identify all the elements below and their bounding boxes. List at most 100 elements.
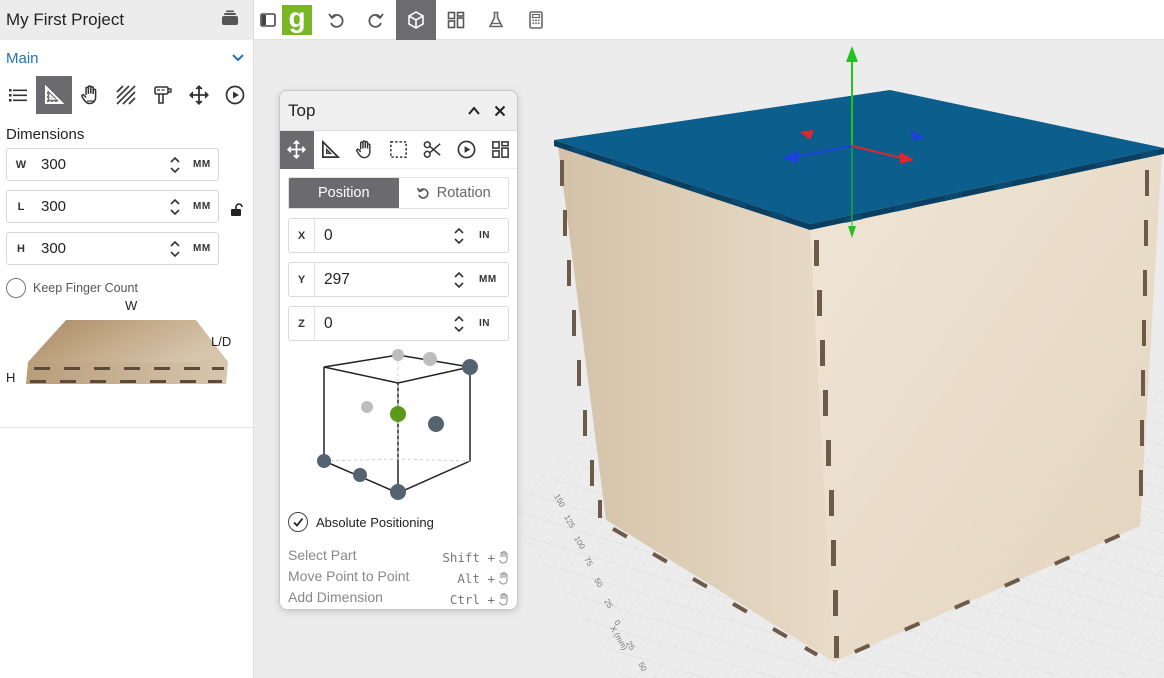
height-stepper[interactable] [167, 235, 183, 263]
absolute-positioning-label: Absolute Positioning [316, 514, 434, 530]
move-icon[interactable] [181, 76, 217, 114]
tab-position[interactable]: Position [289, 178, 399, 208]
anchor-point[interactable] [462, 359, 478, 375]
hint-row: Move Point to Point Alt + [288, 568, 509, 589]
unlock-icon[interactable] [229, 203, 243, 217]
x-stepper[interactable] [451, 222, 467, 250]
z-coordinate-field[interactable]: Z 0 IN [288, 306, 509, 341]
position-rotation-tabs: Position Rotation [288, 177, 509, 209]
calculator-icon[interactable] [516, 0, 556, 40]
y-letter: Y [289, 263, 315, 296]
x-value[interactable]: 0 [315, 227, 451, 245]
z-unit[interactable]: IN [479, 318, 490, 329]
top-toolbar: g [254, 0, 1164, 40]
project-header: My First Project [0, 0, 253, 40]
panel-title: Top [288, 100, 316, 120]
preview-height-label: H [6, 370, 16, 385]
3d-view-icon[interactable] [396, 0, 436, 40]
flask-icon[interactable] [476, 0, 516, 40]
hand-icon[interactable] [348, 131, 382, 169]
move-icon[interactable] [280, 130, 314, 169]
mouse-click-icon [499, 572, 508, 585]
dimension-row-length: L 300 MM [0, 190, 253, 232]
width-unit[interactable]: MM [193, 159, 211, 170]
anchor-point[interactable] [390, 484, 406, 500]
scissors-icon[interactable] [415, 131, 449, 169]
y-stepper[interactable] [451, 266, 467, 294]
length-field[interactable]: L 300 MM [6, 190, 219, 223]
play-icon[interactable] [449, 131, 483, 169]
y-coordinate-field[interactable]: Y 297 MM [288, 262, 509, 297]
anchor-point[interactable] [353, 468, 367, 482]
ruler-triangle-icon[interactable] [314, 131, 348, 169]
height-unit[interactable]: MM [193, 243, 211, 254]
chevron-up-icon[interactable] [467, 104, 481, 118]
z-value[interactable]: 0 [315, 315, 451, 333]
anchor-point-selected[interactable] [390, 406, 406, 422]
hand-icon[interactable] [72, 76, 108, 114]
hint-key: Alt + [457, 571, 495, 586]
absolute-positioning-row[interactable]: Absolute Positioning [280, 509, 517, 535]
keep-finger-count-row[interactable]: Keep Finger Count [0, 274, 253, 300]
z-letter: Z [289, 307, 315, 340]
rotate-icon [416, 187, 429, 199]
box-preview-image [26, 320, 228, 384]
tab-rotation-label: Rotation [436, 185, 491, 201]
preview-width-label: W [125, 298, 138, 313]
drill-icon[interactable] [145, 76, 181, 114]
project-title[interactable]: My First Project [6, 10, 124, 30]
hint-key: Shift + [442, 550, 495, 565]
hint-key: Ctrl + [449, 592, 495, 607]
layout-icon[interactable] [436, 0, 476, 40]
box-preview: W L/D H [0, 298, 253, 428]
width-field[interactable]: W 300 MM [6, 148, 219, 181]
keep-finger-count-checkbox[interactable] [6, 278, 26, 298]
hint-action: Select Part [288, 547, 357, 563]
section-select[interactable]: Main [0, 40, 253, 76]
anchor-point[interactable] [423, 352, 437, 366]
ruler-triangle-icon[interactable] [36, 76, 73, 114]
part-panel: Top Position Rotation X 0 IN Y 297 MM Z … [279, 90, 518, 610]
hint-action: Move Point to Point [288, 568, 410, 584]
height-letter: H [17, 242, 25, 255]
length-stepper[interactable] [167, 193, 183, 221]
width-letter: W [15, 158, 27, 171]
width-value[interactable]: 300 [35, 156, 167, 173]
absolute-positioning-checkbox[interactable] [288, 512, 308, 532]
hint-action: Add Dimension [288, 589, 383, 605]
left-sidebar: My First Project Main Dimensions W 300 M… [0, 0, 254, 678]
width-stepper[interactable] [167, 151, 183, 179]
length-value[interactable]: 300 [35, 198, 167, 215]
y-value[interactable]: 297 [315, 271, 451, 289]
anchor-point[interactable] [428, 416, 444, 432]
anchor-cube-diagram[interactable] [280, 349, 517, 509]
selection-box-icon[interactable] [382, 131, 416, 169]
z-stepper[interactable] [451, 310, 467, 338]
hatch-icon[interactable] [108, 76, 144, 114]
play-icon[interactable] [217, 76, 253, 114]
chevron-down-icon [232, 54, 244, 62]
list-icon[interactable] [0, 76, 36, 114]
keep-finger-count-label: Keep Finger Count [33, 281, 138, 295]
layers-icon[interactable] [221, 10, 239, 31]
anchor-point[interactable] [361, 401, 373, 413]
dimension-row-width: W 300 MM [0, 148, 253, 190]
panel-header: Top [280, 91, 517, 131]
anchor-point[interactable] [317, 454, 331, 468]
anchor-point-picker[interactable] [280, 349, 517, 509]
x-unit[interactable]: IN [479, 230, 490, 241]
close-icon[interactable] [493, 104, 507, 118]
height-value[interactable]: 300 [35, 240, 167, 257]
x-coordinate-field[interactable]: X 0 IN [288, 218, 509, 253]
sidebar-toggle-icon[interactable] [254, 0, 282, 40]
height-field[interactable]: H 300 MM [6, 232, 219, 265]
undo-icon[interactable] [316, 0, 356, 40]
length-unit[interactable]: MM [193, 201, 211, 212]
y-unit[interactable]: MM [479, 274, 497, 285]
redo-icon[interactable] [356, 0, 396, 40]
layout-icon[interactable] [483, 131, 517, 169]
dimension-row-height: H 300 MM [0, 232, 253, 274]
tab-rotation[interactable]: Rotation [399, 178, 509, 208]
hint-row: Select Part Shift + [288, 547, 509, 568]
anchor-point[interactable] [392, 349, 404, 361]
